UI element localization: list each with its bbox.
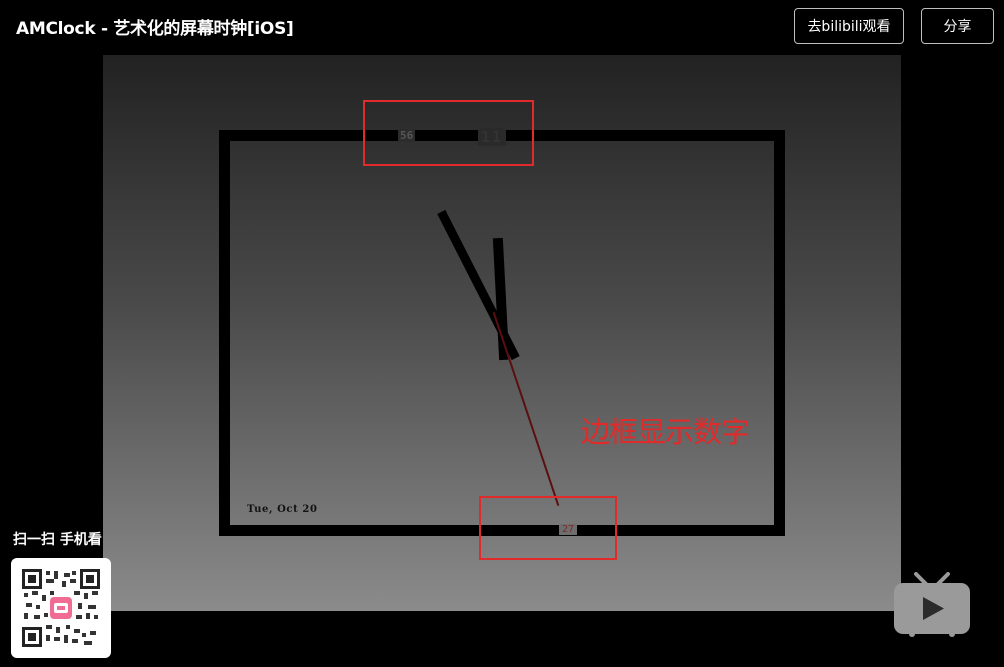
qr-code-icon (22, 569, 100, 647)
annotation-text: 边框显示数字 (581, 415, 750, 449)
annotation-box-top (363, 100, 534, 166)
qr-code (11, 558, 111, 658)
video-title: AMClock - 艺术化的屏幕时钟[iOS] (16, 19, 294, 39)
watch-on-bilibili-button[interactable]: 去bilibili观看 (794, 8, 904, 44)
tv-play-icon[interactable] (892, 572, 972, 638)
scan-label: 扫一扫 手机看 (13, 532, 102, 548)
share-button[interactable]: 分享 (921, 8, 994, 44)
clock-date: Tue, Oct 20 (247, 504, 318, 515)
annotation-box-bottom (479, 496, 617, 560)
video-player[interactable]: 56 11 27 Tue, Oct 20 边框显示数字 (103, 55, 901, 611)
video-share-page: AMClock - 艺术化的屏幕时钟[iOS] 去bilibili观看 分享 5… (0, 0, 1004, 667)
